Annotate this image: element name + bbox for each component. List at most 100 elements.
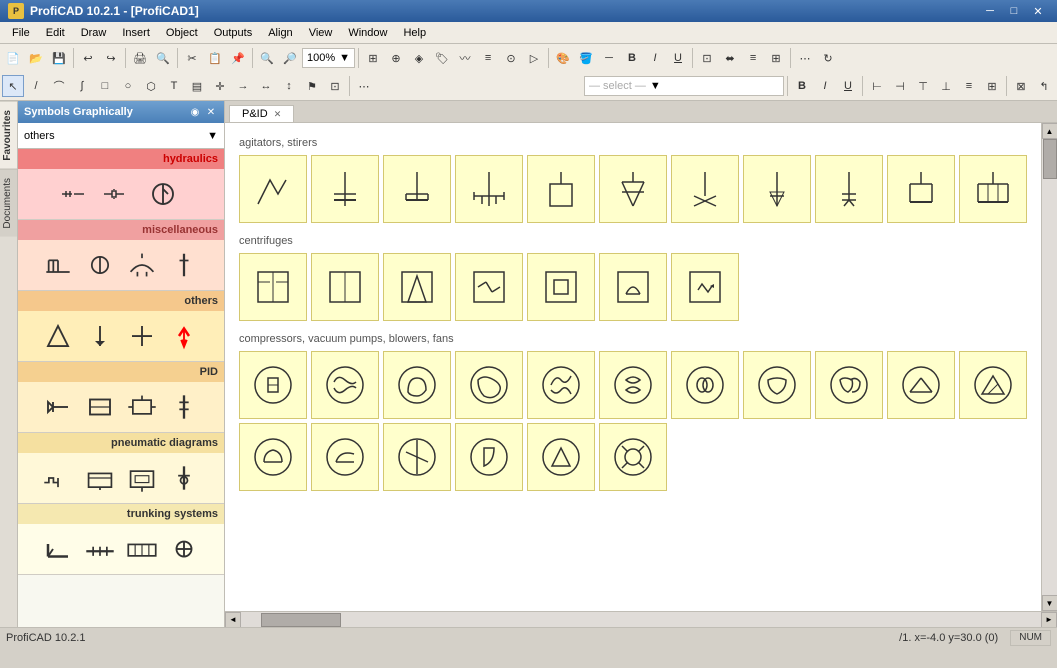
arc-button[interactable]: ⌒ [48,75,70,97]
sym-pneu-3[interactable] [123,459,161,497]
sym-trunk-2[interactable] [81,530,119,568]
sym-cell-ag-2[interactable] [311,155,379,223]
sym-cell-ag-6[interactable] [599,155,667,223]
redo-button[interactable]: ↪ [100,47,122,69]
copy-button[interactable]: 📋 [204,47,226,69]
italic2-button[interactable]: I [814,75,836,97]
hscroll-right-button[interactable]: ► [1041,612,1057,628]
vscroll-down-button[interactable]: ▼ [1042,595,1057,611]
underline-button[interactable]: U [667,47,689,69]
cat-header-hydraulics[interactable]: hydraulics [18,149,224,169]
menu-object[interactable]: Object [158,23,206,43]
fill-button[interactable]: 🪣 [575,47,597,69]
menu-help[interactable]: Help [395,23,434,43]
poly-button[interactable]: ⬡ [140,75,162,97]
dim-button[interactable]: ↔ [255,75,277,97]
open-button[interactable]: 📂 [25,47,47,69]
vscroll-track[interactable] [1042,139,1057,595]
sym-cell-ag-3[interactable] [383,155,451,223]
menu-align[interactable]: Align [260,23,300,43]
print-button[interactable]: 🖨 [129,47,151,69]
sym-cell-ag-10[interactable] [887,155,955,223]
sym-others-2[interactable] [81,317,119,355]
sym-cell-ag-4[interactable] [455,155,523,223]
sym-cell-cf-4[interactable] [455,253,523,321]
drawing-tab-pid[interactable]: P&ID ✕ [229,105,294,122]
cat-header-miscellaneous[interactable]: miscellaneous [18,220,224,240]
bold2-button[interactable]: B [791,75,813,97]
menu-edit[interactable]: Edit [38,23,73,43]
sym-pneu-1[interactable] [39,459,77,497]
sym-icon-1[interactable] [60,175,98,213]
sym-cell-cf-6[interactable] [599,253,667,321]
align-r-button[interactable]: ⊤ [912,75,934,97]
cat-header-others[interactable]: others [18,291,224,311]
sym-others-3[interactable] [123,317,161,355]
sym-cell-co-9[interactable] [815,351,883,419]
menu-outputs[interactable]: Outputs [206,23,261,43]
tab-close-icon[interactable]: ✕ [274,109,282,120]
sym-trunk-4[interactable] [165,530,203,568]
align-b-button[interactable]: ⊞ [981,75,1003,97]
symbol-button[interactable]: ◈ [408,47,430,69]
align-l-button[interactable]: ⊢ [866,75,888,97]
sym-cell-cf-5[interactable] [527,253,595,321]
line-button[interactable]: ─ [598,47,620,69]
rotate-button[interactable]: ↻ [817,47,839,69]
hscroll-left-button[interactable]: ◄ [225,612,241,628]
sym-others-1[interactable] [39,317,77,355]
symbols-pin-button[interactable]: ◉ [188,105,202,119]
color-button[interactable]: 🎨 [552,47,574,69]
align-c-button[interactable]: ⊣ [889,75,911,97]
zoom-fit-button[interactable]: ⊡ [696,47,718,69]
sym-cell-ag-5[interactable] [527,155,595,223]
sym-cell-co-16[interactable] [527,423,595,491]
category-dropdown[interactable]: others ▼ [18,123,224,149]
sym-misc-4[interactable] [165,246,203,284]
sym-others-4[interactable] [165,317,203,355]
sym-pneu-4[interactable] [165,459,203,497]
underline2-button[interactable]: U [837,75,859,97]
sym-pid-4[interactable] [165,388,203,426]
sym-misc-2[interactable] [81,246,119,284]
line2-button[interactable]: / [25,75,47,97]
bus-button[interactable]: ≡ [477,47,499,69]
vscroll-up-button[interactable]: ▲ [1042,123,1057,139]
cat-header-pneumatic[interactable]: pneumatic diagrams [18,433,224,453]
sym-trunk-3[interactable] [123,530,161,568]
cat-header-pid[interactable]: PID [18,362,224,382]
dim2-button[interactable]: ↕ [278,75,300,97]
more-button[interactable]: ⋯ [794,47,816,69]
cat-header-trunking[interactable]: trunking systems [18,504,224,524]
sym-cell-co-8[interactable] [743,351,811,419]
grid-button[interactable]: ⊞ [362,47,384,69]
menu-view[interactable]: View [301,23,341,43]
zoom-in-button[interactable]: 🔍 [256,47,278,69]
sym-icon-3[interactable] [144,175,182,213]
drawing-canvas[interactable]: agitators, stirers [225,123,1041,611]
align-left-button[interactable]: ⬌ [719,47,741,69]
new-button[interactable]: 📄 [2,47,24,69]
sym-cell-ag-9[interactable] [815,155,883,223]
cursor-button[interactable]: ↖ [2,75,24,97]
bold-button[interactable]: B [621,47,643,69]
sym-misc-3[interactable] [123,246,161,284]
align-right-button[interactable]: ⊞ [765,47,787,69]
sym-cell-co-6[interactable] [599,351,667,419]
special1-button[interactable]: ⊠ [1010,75,1032,97]
rect-button[interactable]: □ [94,75,116,97]
close-button[interactable]: ✕ [1027,3,1049,19]
sym-cell-co-17[interactable] [599,423,667,491]
text-button[interactable]: T [163,75,185,97]
select-button[interactable]: ⊡ [324,75,346,97]
align-m-button[interactable]: ≡ [958,75,980,97]
italic-button[interactable]: I [644,47,666,69]
sym-cell-co-7[interactable] [671,351,739,419]
sym-cell-cf-3[interactable] [383,253,451,321]
undo-button[interactable]: ↩ [77,47,99,69]
vscroll-thumb[interactable] [1043,139,1057,179]
align-center-button[interactable]: ≡ [742,47,764,69]
sym-cell-co-2[interactable] [311,351,379,419]
tag-button[interactable]: 🏷 [431,47,453,69]
cross-button[interactable]: ✛ [209,75,231,97]
